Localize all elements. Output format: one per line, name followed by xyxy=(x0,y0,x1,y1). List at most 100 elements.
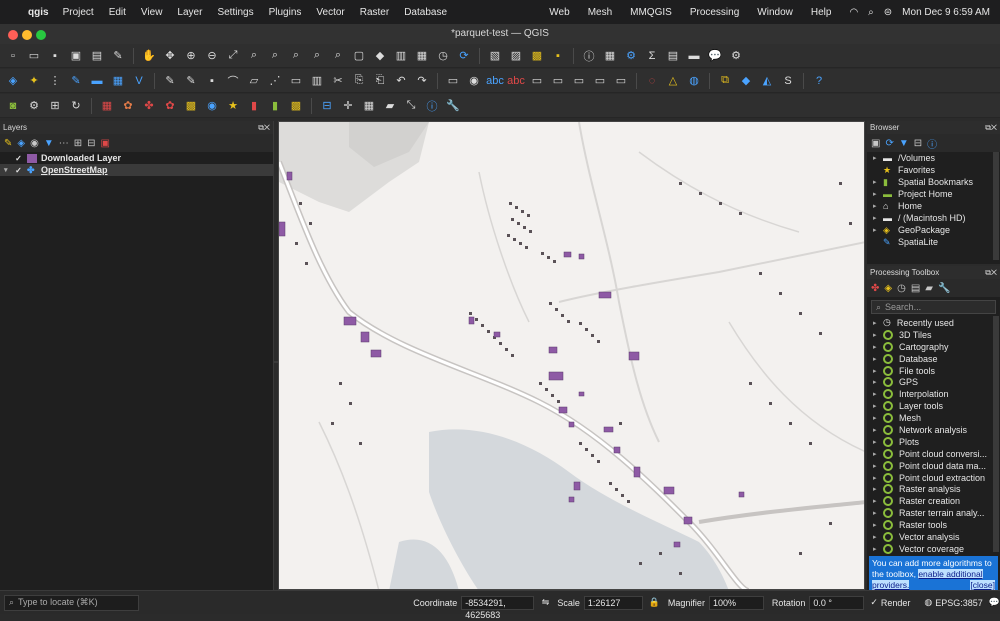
toggle-editing-icon[interactable]: ✎ xyxy=(161,72,179,90)
qgis-logo-icon[interactable]: ◙ xyxy=(4,97,22,115)
menu-web[interactable]: Web xyxy=(549,7,569,18)
gradient-icon[interactable]: ▮ xyxy=(245,97,263,115)
reload-icon[interactable]: ↻ xyxy=(67,97,85,115)
info-icon[interactable]: ⓘ xyxy=(423,97,441,115)
refresh-icon[interactable]: ⟳ xyxy=(885,138,893,149)
toolbox-item[interactable]: ▸ Mesh xyxy=(867,412,1000,424)
plugin-b-icon[interactable]: ◭ xyxy=(758,72,776,90)
menu-edit[interactable]: Edit xyxy=(109,7,126,18)
expand-all-icon[interactable]: ⊞ xyxy=(74,138,82,149)
layer-visibility-checkbox[interactable]: ✓ xyxy=(14,154,23,163)
toolbox-item[interactable]: ▸ GPS xyxy=(867,376,1000,388)
expand-arrow-icon[interactable]: ▸ xyxy=(873,355,883,363)
wifi-icon[interactable]: ◠ xyxy=(849,7,858,18)
toolbox-item[interactable]: ▸ Database xyxy=(867,353,1000,365)
texture-icon[interactable]: ▩ xyxy=(182,97,200,115)
extents-toggle-icon[interactable]: ⇋ xyxy=(542,597,550,608)
temporal-icon[interactable]: ◷ xyxy=(434,47,452,65)
toolbox-item[interactable]: ▸ 3D Tiles xyxy=(867,329,1000,341)
zoom-last-icon[interactable]: ⌕ xyxy=(308,47,326,65)
expand-arrow-icon[interactable]: ▸ xyxy=(873,319,883,327)
raster-style-icon[interactable]: ▩ xyxy=(287,97,305,115)
save-project-icon[interactable]: ▪ xyxy=(46,47,64,65)
visibility-icon[interactable]: ◉ xyxy=(30,138,39,149)
menu-database[interactable]: Database xyxy=(404,7,447,18)
edit-pencil-icon[interactable]: ✎ xyxy=(182,72,200,90)
add-mesh-icon[interactable]: ▬ xyxy=(88,72,106,90)
triangle-tool-icon[interactable]: △ xyxy=(664,72,682,90)
abc-label-icon[interactable]: abc xyxy=(486,72,504,90)
abc-label-red-icon[interactable]: abc xyxy=(507,72,525,90)
touch-zoom-icon[interactable]: ⚙ xyxy=(727,47,745,65)
menu-help[interactable]: Help xyxy=(811,7,832,18)
lock-scale-icon[interactable]: 🔒 xyxy=(649,597,660,608)
zoom-window-button[interactable] xyxy=(36,30,46,40)
pan-icon[interactable]: ✋ xyxy=(140,47,158,65)
app-menu[interactable]: qgis xyxy=(28,7,49,18)
data-source-manager-icon[interactable]: ◈ xyxy=(4,72,22,90)
crs-label[interactable]: EPSG:3857 xyxy=(935,598,983,608)
save-as-icon[interactable]: ▣ xyxy=(67,47,85,65)
control-center-icon[interactable]: ⊜ xyxy=(884,7,892,18)
expand-arrow-icon[interactable]: ▸ xyxy=(873,414,883,422)
wrench-icon[interactable]: 🔧 xyxy=(444,97,462,115)
layer-style-icon[interactable]: ✎ xyxy=(4,138,12,149)
pin-labels-icon[interactable]: ◉ xyxy=(465,72,483,90)
panel-float-close-icon[interactable]: ⧉✕ xyxy=(258,121,270,134)
label-tool-icon[interactable]: ▭ xyxy=(444,72,462,90)
menu-layer[interactable]: Layer xyxy=(177,7,202,18)
toolbox-scrollbar[interactable] xyxy=(993,316,999,552)
cloud-icon[interactable]: ✿ xyxy=(119,97,137,115)
statistics-icon[interactable]: Σ xyxy=(643,47,661,65)
toolbox-item[interactable]: ▸ Vector analysis xyxy=(867,531,1000,543)
add-virtual-icon[interactable]: V xyxy=(130,72,148,90)
add-icon[interactable]: ⊞ xyxy=(46,97,64,115)
toolbox-item[interactable]: ▸ Raster creation xyxy=(867,495,1000,507)
menu-project[interactable]: Project xyxy=(63,7,94,18)
menu-view[interactable]: View xyxy=(141,7,163,18)
panel-float-close-icon[interactable]: ⧉✕ xyxy=(985,121,997,134)
new-layer-icon[interactable]: ✦ xyxy=(25,72,43,90)
menu-settings[interactable]: Settings xyxy=(217,7,253,18)
modify-attributes-icon[interactable]: ▭ xyxy=(287,72,305,90)
redo-icon[interactable]: ↷ xyxy=(413,72,431,90)
deselect-icon[interactable]: ▩ xyxy=(528,47,546,65)
map-svg[interactable] xyxy=(279,122,865,590)
add-group-icon[interactable]: ◈ xyxy=(17,138,25,149)
menu-raster[interactable]: Raster xyxy=(360,7,389,18)
print-layout-icon[interactable]: ▤ xyxy=(88,47,106,65)
magnifier-field[interactable]: 100% xyxy=(708,595,764,610)
scale-field[interactable]: 1:26127 xyxy=(583,595,643,610)
refresh-icon[interactable]: ⟳ xyxy=(455,47,473,65)
expand-arrow-icon[interactable]: ▸ xyxy=(873,402,883,410)
heatmap-icon[interactable]: ✤ xyxy=(140,97,158,115)
change-label-icon[interactable]: ▭ xyxy=(570,72,588,90)
shape-tool-icon[interactable]: ▰ xyxy=(381,97,399,115)
digitize-icon[interactable]: ⌒ xyxy=(224,72,242,90)
settings-icon[interactable]: ⚙ xyxy=(25,97,43,115)
browser-item[interactable]: ▸ ⌂ Home xyxy=(867,200,1000,212)
zoom-out-icon[interactable]: ⊖ xyxy=(203,47,221,65)
paste-features-icon[interactable]: ⎗ xyxy=(371,72,389,90)
flower-icon[interactable]: ✿ xyxy=(161,97,179,115)
select-location-icon[interactable]: ▪ xyxy=(549,47,567,65)
browser-item[interactable]: ✎ SpatiaLite xyxy=(867,236,1000,248)
attribute-table-icon[interactable]: ▦ xyxy=(601,47,619,65)
measure-icon[interactable]: ▬ xyxy=(685,47,703,65)
filter-expression-icon[interactable]: ⋯ xyxy=(59,138,69,149)
expand-arrow-icon[interactable]: ▸ xyxy=(873,390,883,398)
pan-to-selection-icon[interactable]: ✥ xyxy=(161,47,179,65)
circle-tool-icon[interactable]: ◌ xyxy=(643,72,661,90)
eye-icon[interactable]: ◉ xyxy=(203,97,221,115)
menu-mmqgis[interactable]: MMQGIS xyxy=(630,7,672,18)
expand-arrow-icon[interactable]: ▸ xyxy=(873,378,883,386)
annotation-icon[interactable]: 💬 xyxy=(706,47,724,65)
panel-float-close-icon[interactable]: ⧉✕ xyxy=(985,266,997,279)
filter-legend-icon[interactable]: ▼ xyxy=(44,138,54,149)
add-selected-icon[interactable]: ▣ xyxy=(871,138,880,149)
globe-icon[interactable]: ◍ xyxy=(685,72,703,90)
expand-arrow-icon[interactable]: ▸ xyxy=(873,331,883,339)
expand-arrow-icon[interactable]: ▸ xyxy=(873,509,883,517)
collapse-all-icon[interactable]: ⊟ xyxy=(87,138,95,149)
expand-arrow-icon[interactable]: ▸ xyxy=(873,343,883,351)
